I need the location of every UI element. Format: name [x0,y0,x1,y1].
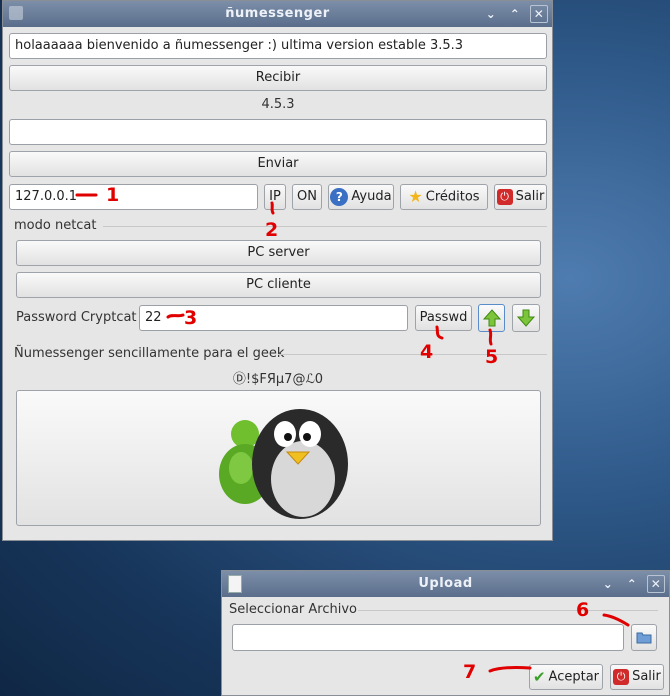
close-icon[interactable]: ✕ [530,5,548,23]
folder-icon [636,632,652,644]
minimize-icon[interactable]: ⌄ [482,5,500,23]
signature: Ⓓ!$FЯµ7@ℒ0 [232,372,324,387]
tagline: Ñumessenger sencillamente para el geek [14,346,285,361]
select-file-label: Seleccionar Archivo [229,602,358,617]
main-titlebar[interactable]: ñumessenger ⌄ ⌃ ✕ [3,1,552,27]
send-input[interactable] [9,119,547,145]
upload-window-controls: ⌄ ⌃ ✕ [599,571,665,597]
receive-button[interactable]: Recibir [9,65,547,91]
annotation-4: 4 [420,341,434,363]
accept-label: Aceptar [548,669,600,685]
passwd-button[interactable]: Passwd [415,305,472,331]
help-label: Ayuda [351,189,392,204]
help-button[interactable]: ? Ayuda [328,184,394,210]
minimize-icon[interactable]: ⌄ [599,575,617,593]
window-title: ñumessenger [225,6,330,21]
window-controls: ⌄ ⌃ ✕ [482,1,548,27]
annotation-1: 1 [106,184,120,206]
exit-button[interactable]: ⏻ Salir [494,184,547,210]
maximize-icon[interactable]: ⌃ [623,575,641,593]
netcat-divider [103,226,547,227]
upload-title: Upload [418,576,473,591]
upload-divider [358,610,658,611]
on-button[interactable]: ON [292,184,322,210]
annotation-7: 7 [463,661,477,683]
credits-button[interactable]: ★ Créditos [400,184,488,210]
pc-client-button[interactable]: PC cliente [16,272,541,298]
download-button[interactable] [512,304,540,332]
accept-button[interactable]: ✔ Aceptar [529,664,603,690]
help-icon: ? [330,187,349,206]
credits-label: Créditos [425,189,480,205]
power-icon: ⏻ [496,188,513,205]
annotation-3: 3 [184,307,198,329]
browse-button[interactable] [631,624,657,651]
ip-button[interactable]: IP [264,184,286,210]
main-window: ñumessenger ⌄ ⌃ ✕ holaaaaaa bienvenido a… [2,0,553,541]
version-label: 4.5.3 [261,97,295,112]
annotation-6: 6 [576,599,590,621]
netcat-section-label: modo netcat [14,218,97,233]
penguin-logo [252,409,348,519]
power-icon: ⏻ [613,668,630,685]
upload-exit-button[interactable]: ⏻ Salir [610,664,664,690]
upload-exit-label: Salir [632,669,661,684]
message-display[interactable]: holaaaaaa bienvenido a ñumessenger :) ul… [9,33,547,59]
maximize-icon[interactable]: ⌃ [506,5,524,23]
upload-button[interactable] [478,304,505,332]
close-icon[interactable]: ✕ [647,575,665,593]
send-button[interactable]: Enviar [9,151,547,177]
pc-server-button[interactable]: PC server [16,240,541,266]
password-label: Password Cryptcat [16,310,137,325]
annotation-5: 5 [485,346,499,368]
logo-image [219,409,348,519]
upload-titlebar[interactable]: Upload ⌄ ⌃ ✕ [222,571,669,597]
password-input[interactable]: 22 [139,305,408,331]
checkmark-icon: ✔ [532,668,546,686]
exit-label: Salir [515,189,545,204]
upload-window-icon [228,575,242,593]
ip-input[interactable]: 127.0.0.1 [9,184,258,210]
annotation-2: 2 [265,219,279,241]
logo-button[interactable] [16,390,541,526]
app-icon [9,6,23,20]
down-arrow-icon [516,309,536,327]
tagline-divider [278,354,547,355]
up-arrow-icon [482,309,501,327]
file-path-input[interactable] [232,624,624,651]
star-icon: ★ [408,187,423,206]
upload-window: Upload ⌄ ⌃ ✕ Seleccionar Archivo ✔ Acepta… [221,570,670,696]
